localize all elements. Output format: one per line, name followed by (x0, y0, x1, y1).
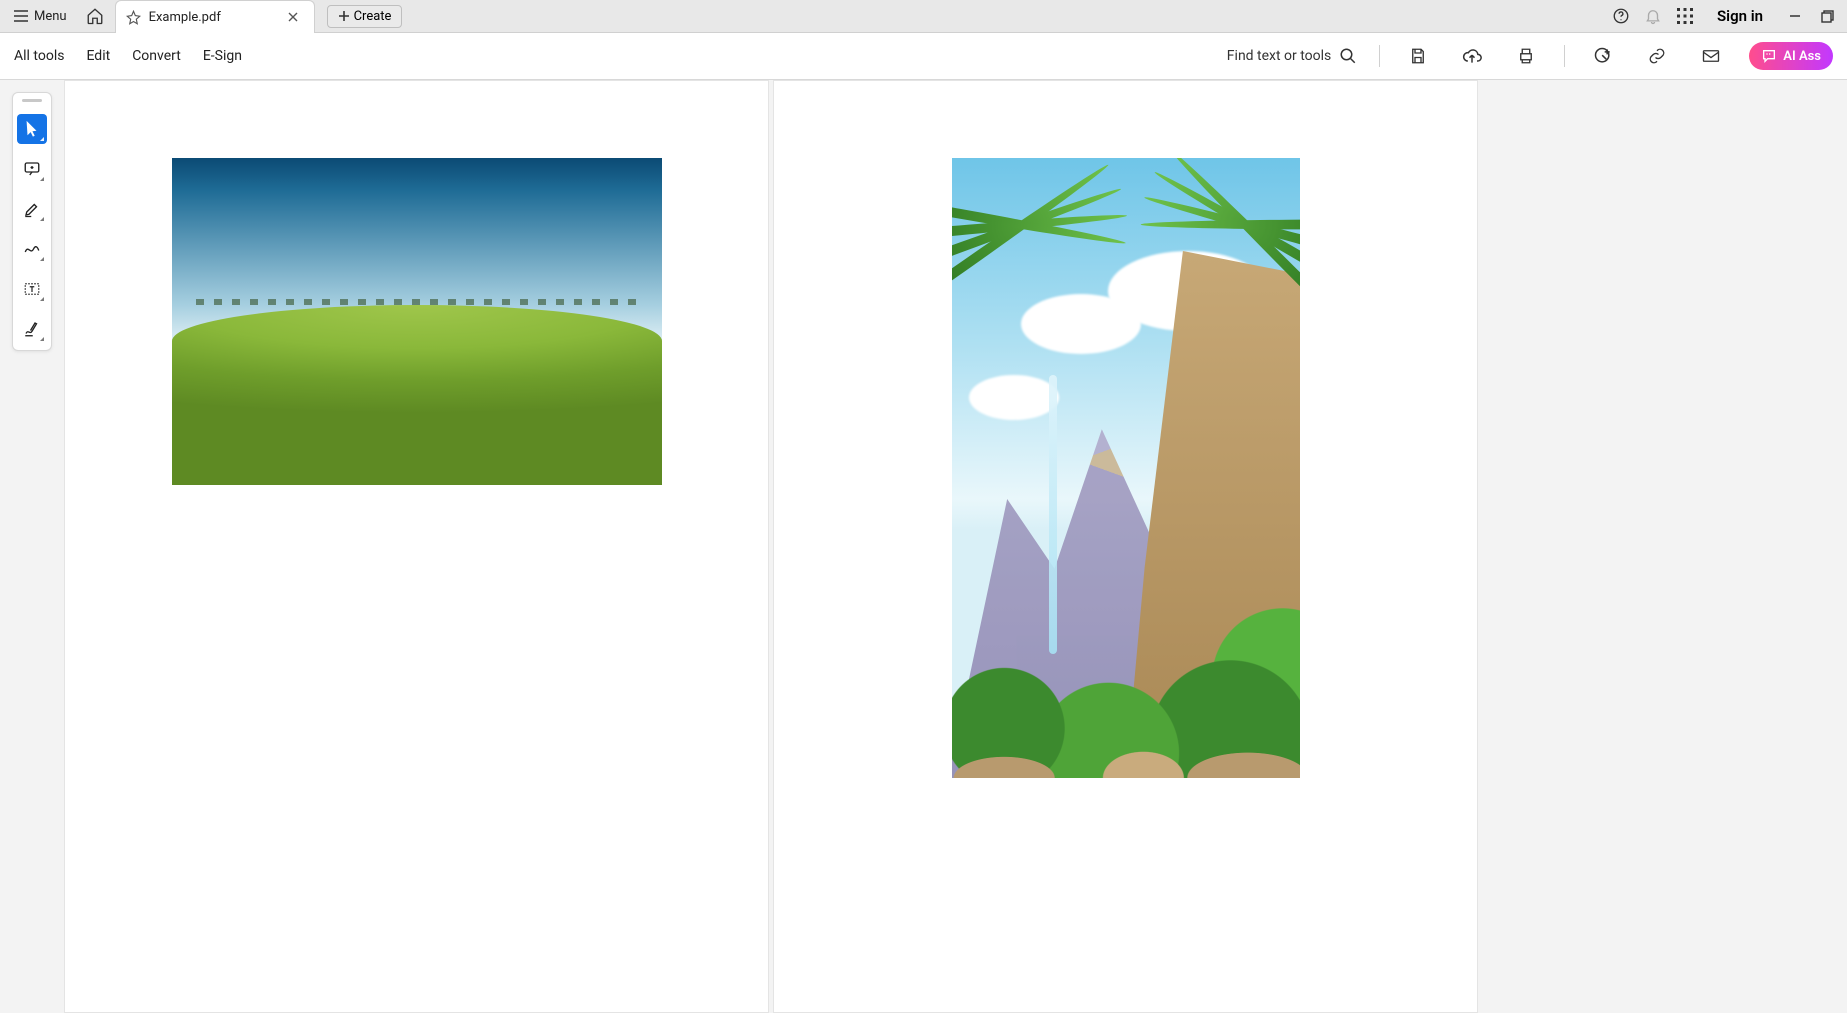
create-label: Create (354, 9, 392, 24)
plus-icon (338, 10, 350, 22)
print-icon (1517, 47, 1535, 65)
textbox-tool[interactable] (17, 274, 47, 304)
save-icon (1409, 47, 1427, 65)
toolbar-edit[interactable]: Edit (86, 48, 110, 64)
ai-label: AI Ass (1783, 49, 1821, 64)
menu-button[interactable]: Menu (6, 5, 75, 28)
home-icon (86, 7, 104, 25)
ai-assistant-button[interactable]: AI Ass (1749, 42, 1833, 70)
toolbar-divider (1564, 45, 1565, 67)
toolbar-convert[interactable]: Convert (132, 48, 181, 64)
highlight-tool[interactable] (17, 194, 47, 224)
main-toolbar: All tools Edit Convert E-Sign Find text … (0, 33, 1847, 80)
help-icon (1612, 7, 1630, 25)
tool-palette[interactable] (12, 92, 52, 351)
toolbar-esign[interactable]: E-Sign (203, 48, 242, 64)
cloud-upload-icon (1462, 47, 1482, 65)
textbox-icon (23, 280, 41, 298)
email-button[interactable] (1695, 40, 1727, 72)
sign-in-button[interactable]: Sign in (1703, 7, 1777, 25)
cursor-icon (24, 120, 40, 138)
draw-freehand-icon (23, 241, 41, 257)
find-button[interactable]: Find text or tools (1227, 47, 1358, 65)
bell-icon (1644, 7, 1662, 25)
star-icon[interactable] (126, 10, 141, 25)
close-icon (288, 12, 298, 22)
pdf-page-2[interactable] (773, 80, 1478, 1013)
apps-grid-icon (1677, 8, 1693, 24)
save-button[interactable] (1402, 40, 1434, 72)
home-button[interactable] (79, 2, 111, 30)
tab-close-button[interactable] (284, 8, 302, 26)
find-label: Find text or tools (1227, 48, 1332, 64)
help-button[interactable] (1607, 2, 1635, 30)
mail-icon (1702, 48, 1720, 64)
add-stamp-button[interactable] (1587, 40, 1619, 72)
search-icon (1339, 47, 1357, 65)
hamburger-icon (14, 10, 28, 22)
fill-sign-icon (23, 320, 41, 338)
link-button[interactable] (1641, 40, 1673, 72)
notifications-button[interactable] (1639, 2, 1667, 30)
page-image (952, 158, 1300, 778)
upload-button[interactable] (1456, 40, 1488, 72)
comment-icon (23, 160, 41, 178)
pdf-page-1[interactable] (64, 80, 769, 1013)
window-restore-button[interactable] (1813, 2, 1841, 30)
toolbar-divider (1379, 45, 1380, 67)
create-button[interactable]: Create (327, 5, 403, 28)
link-icon (1648, 47, 1666, 65)
print-button[interactable] (1510, 40, 1542, 72)
restore-icon (1821, 10, 1834, 23)
comment-tool[interactable] (17, 154, 47, 184)
window-titlebar: Menu Example.pdf Create Sign in (0, 0, 1847, 33)
pages-viewport[interactable] (0, 80, 1847, 1013)
tab-filename: Example.pdf (149, 10, 221, 25)
toolbar-all-tools[interactable]: All tools (14, 48, 64, 64)
document-area (0, 80, 1847, 1013)
menu-label: Menu (34, 9, 67, 24)
select-tool[interactable] (17, 114, 47, 144)
stamp-plus-icon (1593, 46, 1613, 66)
page-image (172, 158, 662, 485)
palette-drag-handle[interactable] (22, 99, 42, 102)
fill-sign-tool[interactable] (17, 314, 47, 344)
document-tab[interactable]: Example.pdf (115, 0, 315, 33)
draw-tool[interactable] (17, 234, 47, 264)
apps-button[interactable] (1671, 2, 1699, 30)
highlighter-icon (23, 200, 41, 218)
minimize-icon (1789, 10, 1801, 22)
ai-chat-icon (1761, 48, 1777, 64)
window-minimize-button[interactable] (1781, 2, 1809, 30)
